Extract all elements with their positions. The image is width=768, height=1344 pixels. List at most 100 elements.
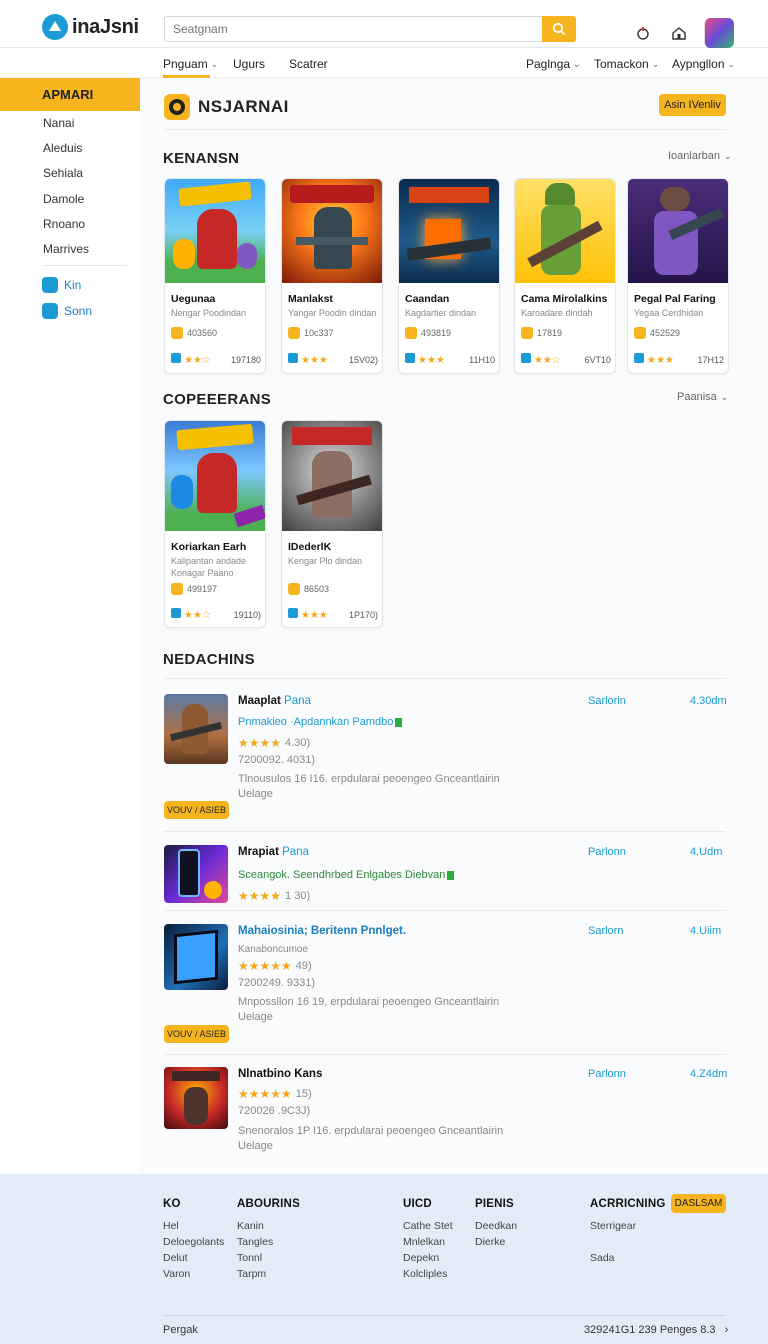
footer-link[interactable]: Tangles xyxy=(237,1234,300,1250)
footer-left-text[interactable]: Pergak xyxy=(163,1324,198,1336)
footer-link[interactable]: Deloegolants xyxy=(163,1234,224,1250)
footer-link[interactable]: Sada xyxy=(590,1250,665,1266)
star-rating-icon: ★★★ xyxy=(301,610,328,621)
downloads-value: 17819 xyxy=(537,328,563,338)
section-sort-dropdown[interactable]: Ioanlarban ⌄ xyxy=(668,150,732,162)
app-description-line: Uelage xyxy=(238,788,273,800)
section-logo-icon xyxy=(164,94,190,120)
footer-column: KO Hel Deloegolants Delut Varon xyxy=(163,1198,224,1282)
game-card[interactable]: Koriarkan Earh Kalipantan andade Konagar… xyxy=(164,420,266,628)
sidebar-link-sonn[interactable]: Sonn xyxy=(42,303,92,319)
cta-button[interactable]: Asin IVenliv xyxy=(659,94,726,116)
game-name: Pegal Pal Faring xyxy=(634,293,716,305)
divider xyxy=(164,1054,726,1055)
footer-link[interactable]: Depekn xyxy=(403,1250,453,1266)
nav-item-pnguam[interactable]: Pnguam ⌄ xyxy=(163,57,218,78)
downloads-value: 499197 xyxy=(187,584,218,594)
notification-icon[interactable] xyxy=(632,22,654,44)
brand-name: inaJsni xyxy=(72,15,139,38)
game-card[interactable]: Pegal Pal Faring Yegaa Cerdhidan 452529 … xyxy=(627,178,729,374)
game-publisher: Kalipantan andade xyxy=(171,556,247,566)
chevron-down-icon: ⌄ xyxy=(573,58,581,69)
app-status[interactable]: Parlonn xyxy=(588,846,626,858)
app-subtitle: Pnmakieo ·Apdannkan Pamdbo xyxy=(238,716,403,728)
rating-count: 15V02) xyxy=(348,354,378,365)
sidebar-item[interactable]: Nanai xyxy=(43,116,74,130)
game-rating: ★★☆ 197180 xyxy=(171,353,261,366)
game-card[interactable]: Cama Mirolalkins Karoadare dindah 17819 … xyxy=(514,178,616,374)
download-icon xyxy=(405,327,417,339)
app-title-tag: Kans xyxy=(294,1068,323,1080)
sidebar-item[interactable]: Rnoano xyxy=(43,217,85,231)
game-thumbnail xyxy=(165,179,265,283)
game-card[interactable]: Manlakst Yangar Poodin dindan 10c337 ★★★… xyxy=(281,178,383,374)
footer-link[interactable]: Deedkan xyxy=(475,1218,517,1234)
rating-value: 49) xyxy=(295,960,312,972)
sidebar-divider xyxy=(43,265,127,266)
app-description: Tlnousulos 16 I16. erpdularai peoengeo G… xyxy=(238,772,518,802)
verified-icon xyxy=(395,717,403,727)
chevron-down-icon: ⌄ xyxy=(720,391,729,402)
avatar[interactable] xyxy=(704,18,734,48)
footer-link[interactable]: Sterrigear xyxy=(590,1218,665,1234)
game-card[interactable]: Caandan Kagdartier dindan 493819 ★★★ 11H1… xyxy=(398,178,500,374)
footer-link[interactable]: Tonnl xyxy=(237,1250,300,1266)
footer-link[interactable]: Hel xyxy=(163,1218,224,1234)
list-item[interactable]: Mrapiat Pana Sceangok. Seendhrbed Enlgab… xyxy=(164,845,726,905)
nav-item-aypngllon[interactable]: Aypngllon ⌄ xyxy=(672,57,735,71)
download-icon xyxy=(634,327,646,339)
footer-link[interactable]: Dierke xyxy=(475,1234,517,1250)
app-status[interactable]: Sarlorin xyxy=(588,695,626,707)
app-subtitle: Kanaboncumoe xyxy=(238,944,309,955)
nav-label: Aypngllon xyxy=(672,57,725,71)
verified-icon xyxy=(447,870,455,880)
nav-item-ugurs[interactable]: Ugurs xyxy=(233,57,265,71)
sidebar-item[interactable]: Damole xyxy=(43,192,84,206)
app-rating: ★★★★★ 15) xyxy=(238,1087,312,1101)
footer-link[interactable]: Cathe Stet xyxy=(403,1218,453,1234)
footer-column: ABOURINS Kanin Tangles Tonnl Tarpm xyxy=(237,1198,300,1282)
downloads-value: 86503 xyxy=(304,584,330,594)
sidebar-item[interactable]: Marrives xyxy=(43,242,89,256)
chevron-right-icon[interactable]: › xyxy=(725,1324,729,1336)
downloads-value: 403560 xyxy=(187,328,218,338)
home-icon[interactable] xyxy=(668,22,690,44)
footer-button[interactable]: DASLSAM xyxy=(671,1194,726,1213)
section-sort-dropdown[interactable]: Paanisa ⌄ xyxy=(677,391,728,403)
footer-link[interactable]: Mnlelkan xyxy=(403,1234,453,1250)
game-card[interactable]: Uegunaa Nengar Poodindan 403560 ★★☆ 19718… xyxy=(164,178,266,374)
search-button[interactable] xyxy=(542,16,576,42)
game-card[interactable]: IDederlK Kengar Plo dindan 86503 ★★★ 1P17… xyxy=(281,420,383,628)
list-item[interactable]: Mahaiosinia; Beritenn Pnnlget. Kanaboncu… xyxy=(164,924,726,1046)
rating-count: 11H10 xyxy=(469,354,495,365)
game-thumbnail xyxy=(399,179,499,283)
footer-link[interactable]: Kanin xyxy=(237,1218,300,1234)
sidebar-link-kin[interactable]: Kin xyxy=(42,277,81,293)
app-status[interactable]: Sarlorn xyxy=(588,925,623,937)
app-icon xyxy=(42,277,58,293)
rating-value: 4.30) xyxy=(285,737,311,749)
platform-icon xyxy=(171,353,181,363)
footer-link[interactable]: Varon xyxy=(163,1266,224,1282)
list-item[interactable]: Maaplat Pana Pnmakieo ·Apdannkan Pamdbo … xyxy=(164,694,727,824)
list-item[interactable]: Nlnatbino Kans ★★★★★ 15) 720026 .9C3J) Sn… xyxy=(164,1067,727,1157)
footer-link[interactable]: Tarpm xyxy=(237,1266,300,1282)
nav-item-scatrer[interactable]: Scatrer xyxy=(289,57,328,71)
app-status[interactable]: Parlonn xyxy=(588,1068,626,1080)
downloads-value: 493819 xyxy=(421,328,452,338)
nav-item-paglnga[interactable]: Paglnga ⌄ xyxy=(526,57,581,71)
footer-link[interactable]: Delut xyxy=(163,1250,224,1266)
app-logo[interactable]: inaJsni xyxy=(42,14,139,40)
sidebar-item[interactable]: Sehiala xyxy=(43,166,83,180)
nav-item-tomackon[interactable]: Tomackon ⌄ xyxy=(594,57,659,71)
footer-link[interactable]: Kolcliples xyxy=(403,1266,453,1282)
download-icon xyxy=(171,583,183,595)
app-meta: 720026 .9C3J) xyxy=(238,1105,311,1117)
divider xyxy=(164,129,726,130)
sidebar-header[interactable]: APMARI xyxy=(0,78,140,111)
sidebar-item[interactable]: Aleduis xyxy=(43,141,82,155)
app-badge[interactable]: VOUV / ASIEB xyxy=(164,801,229,819)
search-input[interactable] xyxy=(165,17,535,41)
app-badge[interactable]: VOUV / ASIEB xyxy=(164,1025,229,1043)
app-subtitle: Sceangok. Seendhrbed Enlgabes Diebvan xyxy=(238,869,455,881)
